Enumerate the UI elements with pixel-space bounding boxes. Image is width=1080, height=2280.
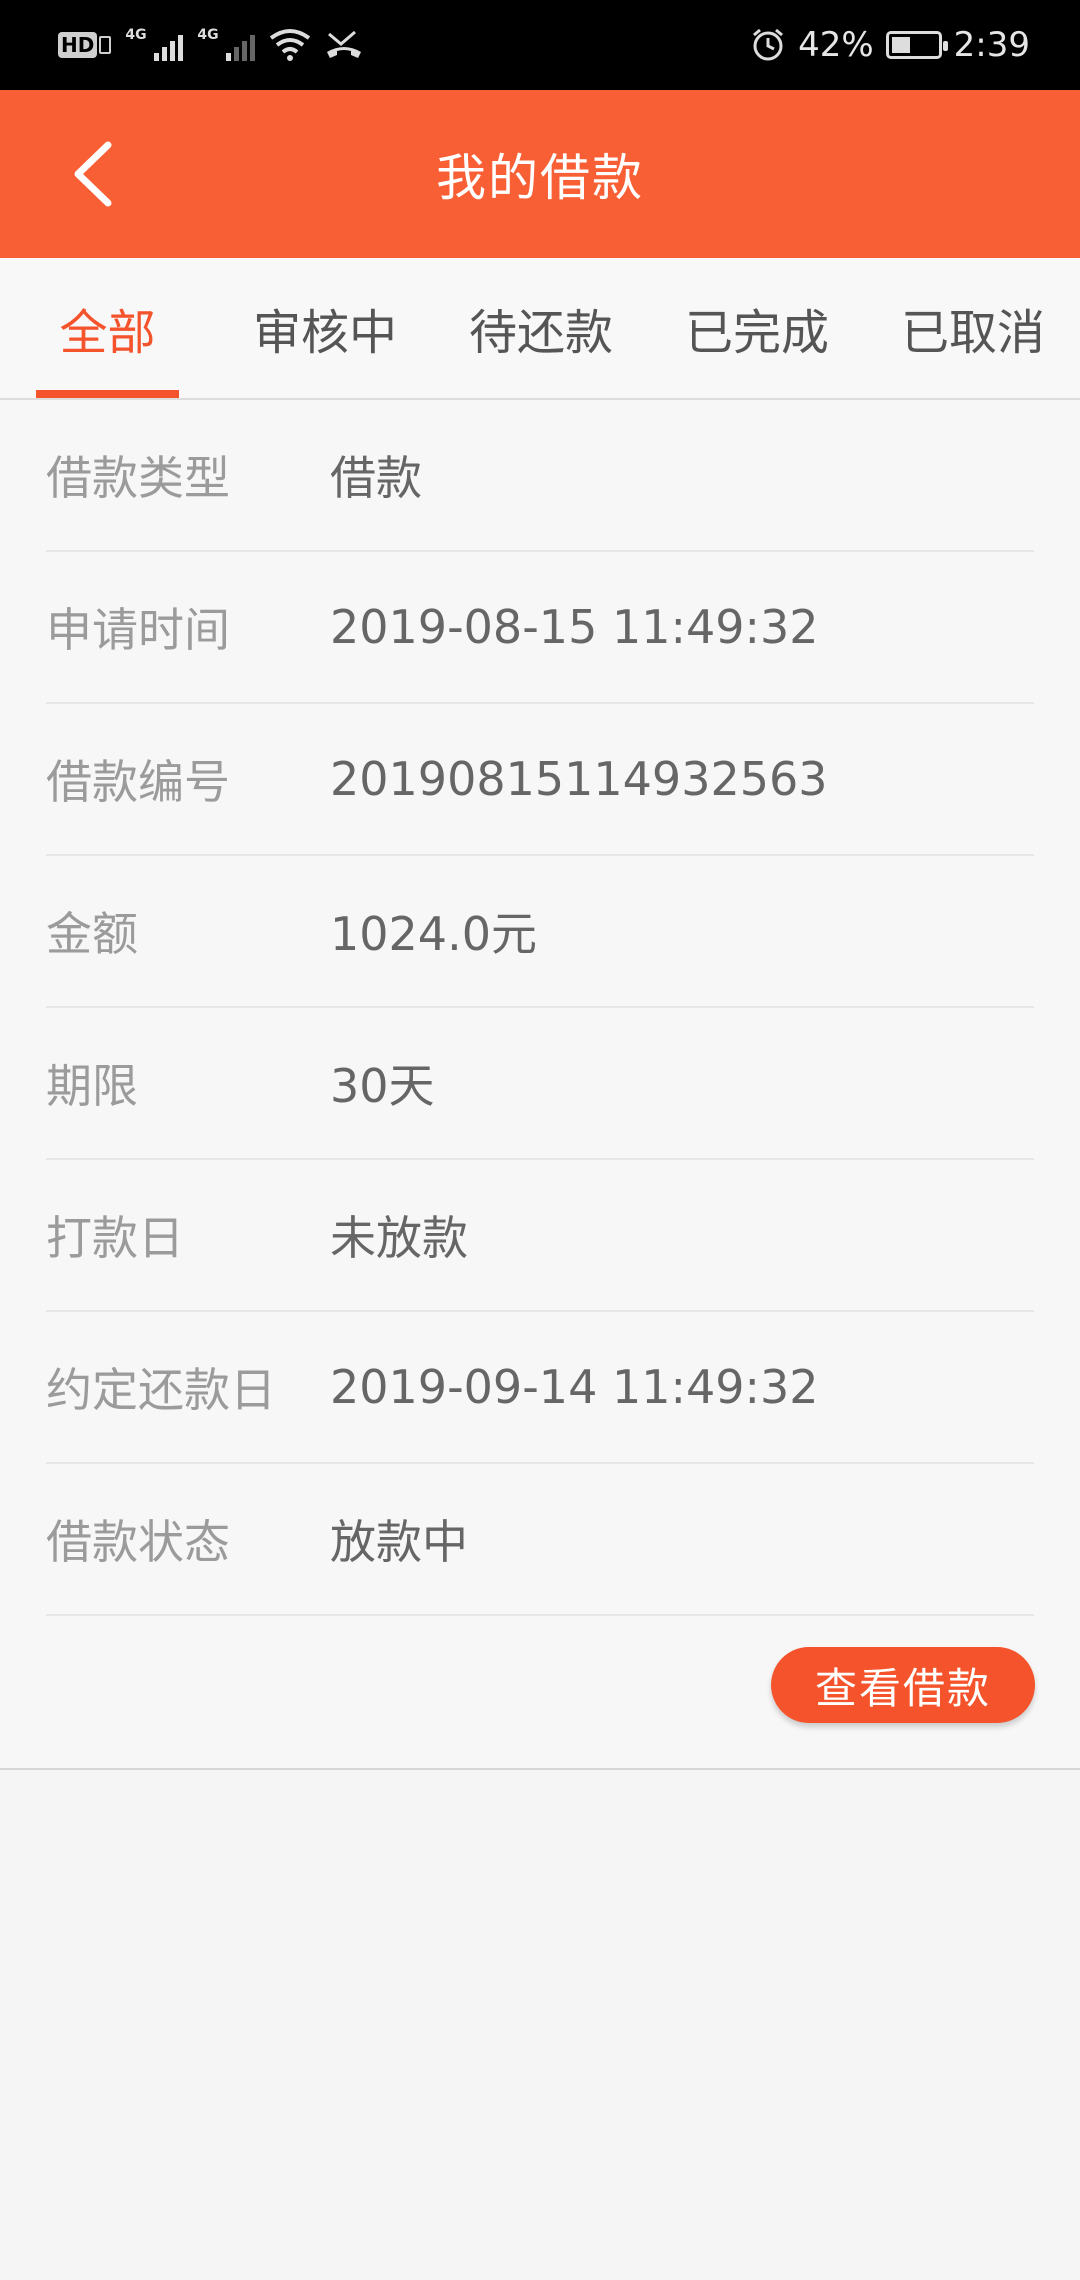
- detail-value: 1024.0元: [330, 907, 537, 961]
- hd-label: HD: [58, 32, 98, 58]
- battery-percent: 42%: [798, 25, 874, 65]
- detail-value: 借款: [330, 451, 422, 505]
- detail-value: 未放款: [330, 1211, 468, 1265]
- detail-row-loan-number: 借款编号 20190815114932563: [46, 704, 1034, 856]
- signal-icon: 4G: [125, 27, 184, 63]
- missed-call-icon: [327, 30, 362, 58]
- detail-label: 约定还款日: [46, 1363, 276, 1417]
- detail-label: 借款类型: [46, 451, 230, 505]
- detail-label: 借款编号: [46, 755, 230, 809]
- status-bar: HD 4G 4G 42% 2:39: [0, 0, 1080, 90]
- detail-row-amount: 金额 1024.0元: [46, 856, 1034, 1008]
- hd-icon: HD: [58, 32, 112, 58]
- tab-cancelled[interactable]: 已取消: [888, 258, 1058, 398]
- detail-row-loan-type: 借款类型 借款: [46, 400, 1034, 552]
- tab-completed[interactable]: 已完成: [672, 258, 842, 398]
- network-type-label: 4G: [125, 27, 147, 43]
- view-loan-button[interactable]: 查看借款: [771, 1647, 1035, 1723]
- tab-pending-repayment[interactable]: 待还款: [456, 258, 626, 398]
- tab-all[interactable]: 全部: [36, 258, 179, 398]
- detail-value: 2019-08-15 11:49:32: [330, 600, 819, 654]
- detail-label: 金额: [46, 907, 138, 961]
- detail-label: 打款日: [46, 1211, 184, 1265]
- detail-label: 期限: [46, 1059, 138, 1113]
- active-tab-indicator: [36, 390, 179, 398]
- detail-value: 2019-09-14 11:49:32: [330, 1360, 819, 1414]
- detail-row-due-date: 约定还款日 2019-09-14 11:49:32: [46, 1312, 1034, 1464]
- network-type-label: 4G: [197, 27, 219, 43]
- tab-under-review[interactable]: 审核中: [240, 258, 410, 398]
- wifi-icon: [270, 29, 311, 61]
- loan-card[interactable]: 借款类型 借款 申请时间 2019-08-15 11:49:32 借款编号 20…: [0, 400, 1080, 1770]
- detail-value: 30天: [330, 1059, 435, 1113]
- detail-value: 20190815114932563: [330, 752, 828, 806]
- back-button[interactable]: [52, 134, 132, 214]
- detail-row-term: 期限 30天: [46, 1008, 1034, 1160]
- chevron-left-icon: [74, 141, 112, 207]
- status-icons-left: HD 4G 4G: [58, 27, 377, 63]
- detail-label: 申请时间: [46, 603, 230, 657]
- detail-row-loan-status: 借款状态 放款中: [46, 1464, 1034, 1616]
- app-header: 我的借款: [0, 90, 1080, 258]
- detail-row-apply-time: 申请时间 2019-08-15 11:49:32: [46, 552, 1034, 704]
- clock: 2:39: [953, 25, 1030, 65]
- battery-icon: [885, 31, 948, 59]
- detail-value: 放款中: [330, 1515, 468, 1569]
- alarm-icon: [753, 28, 784, 61]
- status-icons-right: 42% 2:39: [738, 25, 1030, 65]
- status-tabs: 全部 审核中 待还款 已完成 已取消: [0, 258, 1080, 400]
- signal-icon: 4G: [197, 27, 256, 63]
- detail-label: 借款状态: [46, 1515, 230, 1569]
- page-title: 我的借款: [436, 149, 644, 207]
- detail-row-payout-date: 打款日 未放款: [46, 1160, 1034, 1312]
